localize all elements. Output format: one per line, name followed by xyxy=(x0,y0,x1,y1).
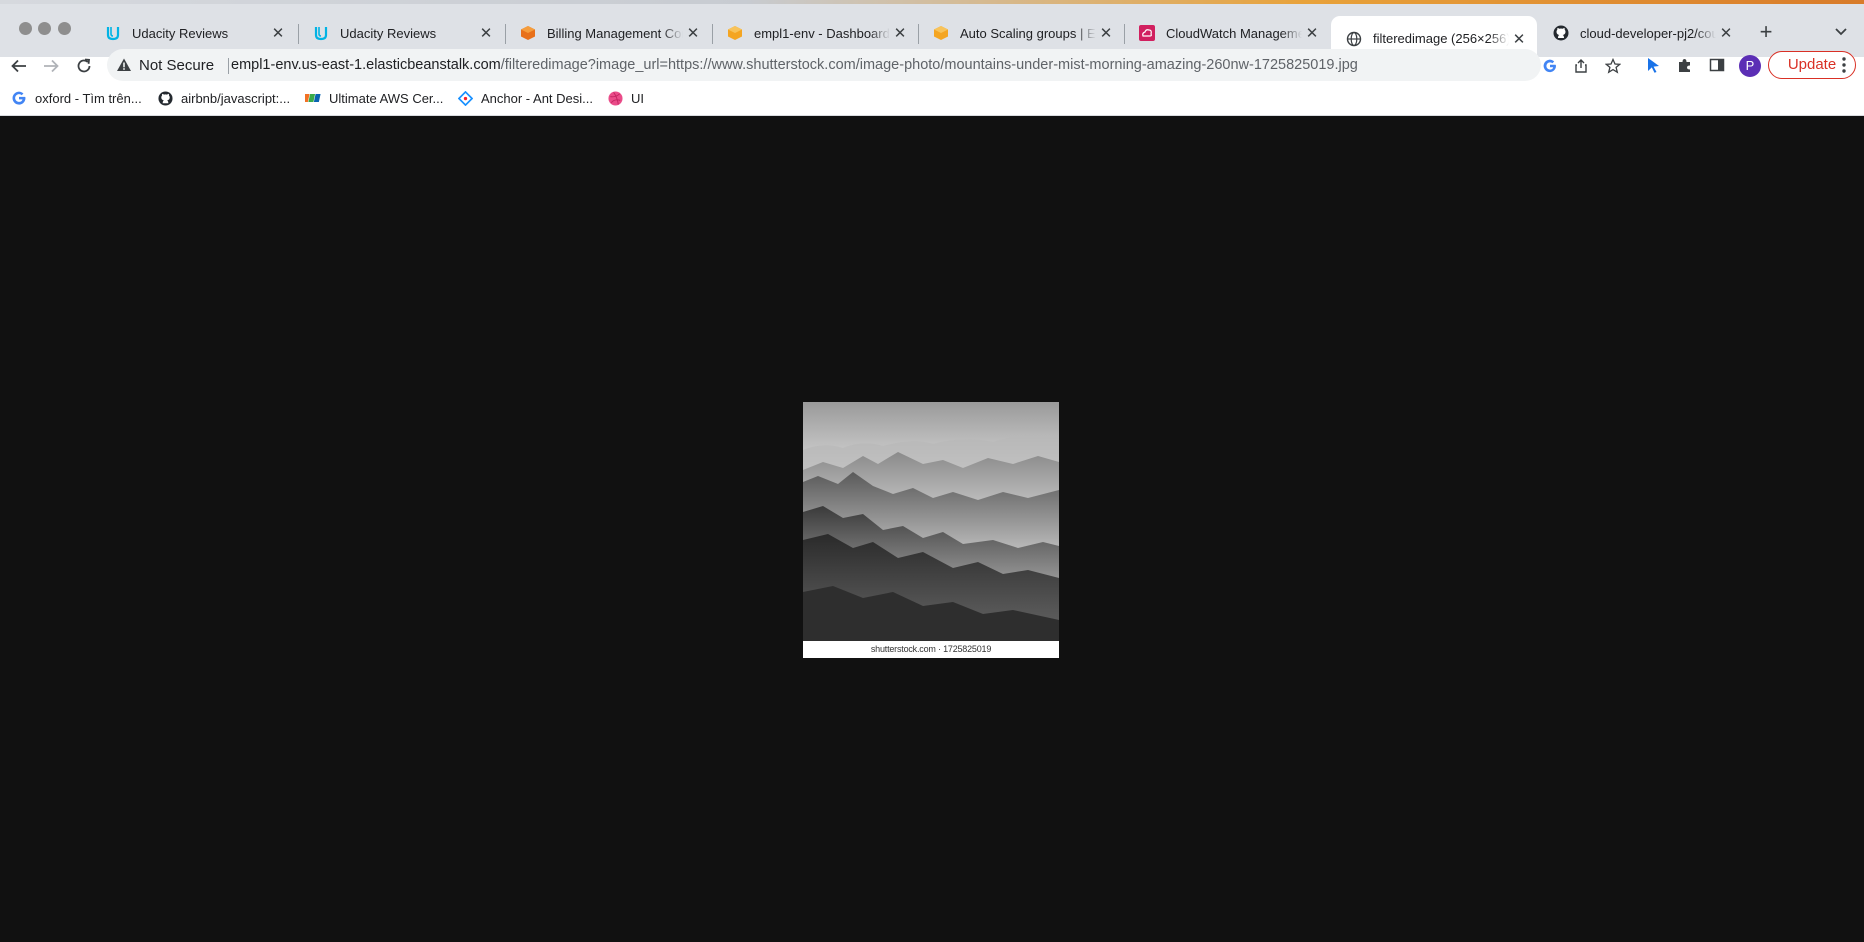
tab-cloud-developer-pj2[interactable]: cloud-developer-pj2/course ✕ xyxy=(1538,16,1744,50)
dribbble-icon xyxy=(607,90,623,106)
fpt-icon xyxy=(305,90,321,106)
security-status-label[interactable]: Not Secure xyxy=(139,57,214,74)
github-icon xyxy=(157,90,173,106)
url-text[interactable]: empl1-env.us-east-1.elasticbeanstalk.com… xyxy=(231,57,1358,73)
bookmark-oxford[interactable]: oxford - Tìm trên... xyxy=(11,88,142,108)
bookmark-label: Anchor - Ant Desi... xyxy=(481,90,593,106)
bookmark-ui[interactable]: UI xyxy=(607,88,644,108)
tab-search-chevron-icon[interactable] xyxy=(1830,20,1852,42)
globe-icon xyxy=(1345,30,1363,48)
close-tab-icon[interactable]: ✕ xyxy=(1509,30,1529,48)
zoom-window-icon[interactable] xyxy=(58,22,71,35)
bookmark-ultimate-aws[interactable]: Ultimate AWS Cer... xyxy=(305,88,443,108)
address-divider xyxy=(228,58,229,74)
tab-udacity-reviews-1[interactable]: Udacity Reviews ✕ xyxy=(90,16,296,50)
bookmark-airbnb-javascript[interactable]: airbnb/javascript:... xyxy=(157,88,290,108)
tab-title: Auto Scaling groups | EC2 xyxy=(960,25,1096,41)
google-lens-icon[interactable] xyxy=(1541,57,1559,75)
bookmark-star-icon[interactable] xyxy=(1604,57,1622,75)
close-tab-icon[interactable]: ✕ xyxy=(476,24,496,42)
extensions-puzzle-icon[interactable] xyxy=(1676,56,1694,74)
cloudwatch-icon xyxy=(1138,24,1156,42)
tab-title: filteredimage (256×256) xyxy=(1373,31,1509,46)
share-icon[interactable] xyxy=(1572,57,1590,75)
warning-triangle-icon[interactable] xyxy=(116,57,132,73)
minimize-window-icon[interactable] xyxy=(38,22,51,35)
back-arrow-icon[interactable] xyxy=(7,54,31,78)
tab-title: empl1-env - Dashboard xyxy=(754,25,890,41)
close-tab-icon[interactable]: ✕ xyxy=(1096,24,1116,42)
forward-arrow-icon[interactable] xyxy=(39,54,63,78)
ant-design-icon xyxy=(457,90,473,106)
side-panel-icon[interactable] xyxy=(1708,56,1726,74)
tab-auto-scaling-groups[interactable]: Auto Scaling groups | EC2 ✕ xyxy=(918,16,1124,50)
bookmark-label: Ultimate AWS Cer... xyxy=(329,90,444,106)
aws-billing-icon xyxy=(519,24,537,42)
cursor-extension-icon[interactable] xyxy=(1644,56,1662,74)
tab-title: Udacity Reviews xyxy=(340,25,437,41)
chrome-divider xyxy=(0,115,1864,116)
browser-chrome: Udacity Reviews ✕ Udacity Reviews ✕ Bill… xyxy=(0,0,1864,116)
udacity-icon xyxy=(104,24,122,42)
url-host: empl1-env.us-east-1.elasticbeanstalk.com xyxy=(231,57,501,73)
close-window-icon[interactable] xyxy=(19,22,32,35)
bookmark-label: airbnb/javascript:... xyxy=(181,90,291,106)
close-tab-icon[interactable]: ✕ xyxy=(1302,24,1322,42)
close-tab-icon[interactable]: ✕ xyxy=(683,24,703,42)
close-tab-icon[interactable]: ✕ xyxy=(1716,24,1736,42)
bookmark-label: oxford - Tìm trên... xyxy=(35,90,142,106)
tab-empl1-env-dashboard[interactable]: empl1-env - Dashboard ✕ xyxy=(712,16,918,50)
tab-udacity-reviews-2[interactable]: Udacity Reviews ✕ xyxy=(298,16,504,50)
udacity-icon xyxy=(312,24,330,42)
url-path: /filteredimage?image_url=https://www.shu… xyxy=(500,57,1358,73)
bookmark-anchor-ant-design[interactable]: Anchor - Ant Desi... xyxy=(457,88,593,108)
new-tab-plus-icon[interactable]: + xyxy=(1752,18,1780,46)
github-icon xyxy=(1552,24,1570,42)
tab-title: Udacity Reviews xyxy=(132,25,229,41)
kebab-menu-icon[interactable] xyxy=(1841,54,1847,76)
mountain-mist-photo xyxy=(803,402,1059,658)
tab-title: CloudWatch Management xyxy=(1166,25,1302,41)
tab-title: cloud-developer-pj2/course xyxy=(1580,25,1716,41)
image-watermark: shutterstock.com · 1725825019 xyxy=(803,641,1059,658)
aws-cube-icon xyxy=(932,24,950,42)
aws-cube-icon xyxy=(726,24,744,42)
tab-cloudwatch-management[interactable]: CloudWatch Management ✕ xyxy=(1124,16,1330,50)
address-bar[interactable]: Not Secure empl1-env.us-east-1.elasticbe… xyxy=(107,49,1621,81)
google-icon xyxy=(11,90,27,106)
close-tab-icon[interactable]: ✕ xyxy=(268,24,288,42)
close-tab-icon[interactable]: ✕ xyxy=(890,24,910,42)
profile-avatar[interactable]: P xyxy=(1739,55,1761,77)
toolbar: Not Secure empl1-env.us-east-1.elasticbe… xyxy=(0,48,1864,82)
filtered-image: shutterstock.com · 1725825019 xyxy=(803,402,1059,658)
bookmarks-bar: oxford - Tìm trên... airbnb/javascript:.… xyxy=(0,84,1864,112)
bookmark-label: UI xyxy=(631,90,644,106)
reload-icon[interactable] xyxy=(72,54,96,78)
tab-billing-management[interactable]: Billing Management Console ✕ xyxy=(505,16,711,50)
tab-title: Billing Management Console xyxy=(547,25,683,41)
